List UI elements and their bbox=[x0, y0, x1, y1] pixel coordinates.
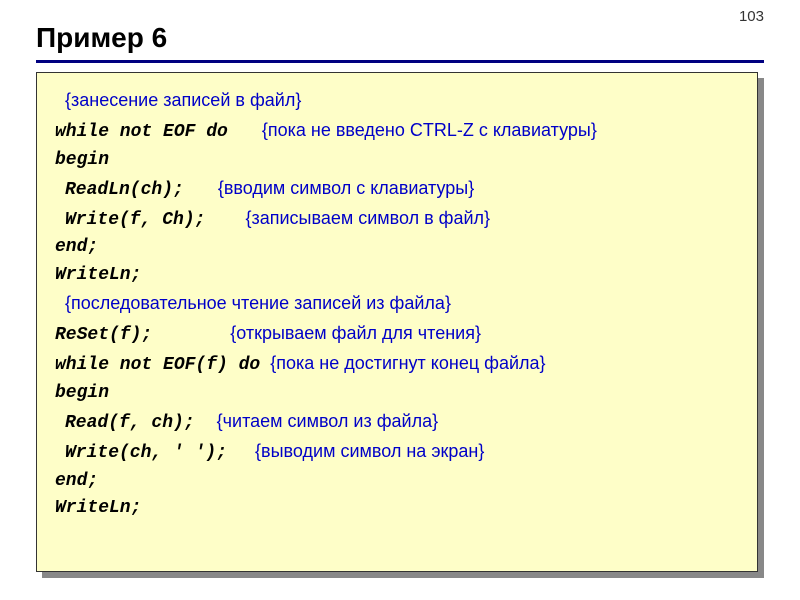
code-keyword: Write(ch, ' '); bbox=[65, 443, 227, 463]
code-keyword: WriteLn; bbox=[55, 265, 141, 285]
code-keyword: Read(f, ch); bbox=[65, 413, 195, 433]
code-line: end; bbox=[55, 234, 745, 262]
code-comment: {занесение записей в файл} bbox=[65, 90, 301, 110]
code-comment: {открываем файл для чтения} bbox=[230, 323, 481, 343]
code-comment: {читаем символ из файла} bbox=[217, 411, 439, 431]
title-underline bbox=[36, 60, 764, 63]
code-line: end; bbox=[55, 468, 745, 496]
code-keyword: Write(f, Ch); bbox=[65, 210, 205, 230]
code-line: WriteLn; bbox=[55, 495, 745, 523]
code-line: {последовательное чтение записей из файл… bbox=[55, 290, 745, 320]
code-keyword: begin bbox=[55, 150, 109, 170]
code-line: while not EOF(f) do {пока не достигнут ко… bbox=[55, 350, 745, 380]
page-number: 103 bbox=[739, 8, 764, 25]
code-comment: {записываем символ в файл} bbox=[245, 208, 490, 228]
code-line: Read(f, ch); {читаем символ из файла} bbox=[55, 408, 745, 438]
code-line: ReSet(f); {открываем файл для чтения} bbox=[55, 320, 745, 350]
code-keyword: while not EOF do bbox=[55, 122, 228, 142]
code-keyword: ReadLn(ch); bbox=[65, 180, 184, 200]
code-line: Write(f, Ch); {записываем символ в файл} bbox=[55, 205, 745, 235]
code-keyword: while not EOF(f) do bbox=[55, 355, 260, 375]
code-comment: {пока не введено CTRL-Z с клавиатуры} bbox=[262, 120, 597, 140]
code-keyword: ReSet(f); bbox=[55, 325, 152, 345]
code-keyword: end; bbox=[55, 471, 98, 491]
code-keyword: begin bbox=[55, 383, 109, 403]
code-line: {занесение записей в файл} bbox=[55, 87, 745, 117]
code-comment: {вводим символ с клавиатуры} bbox=[218, 178, 474, 198]
code-line: WriteLn; bbox=[55, 262, 745, 290]
code-box: {занесение записей в файл} while not EOF… bbox=[36, 72, 758, 572]
code-line: Write(ch, ' '); {выводим символ на экран} bbox=[55, 438, 745, 468]
code-keyword: end; bbox=[55, 237, 98, 257]
code-line: while not EOF do {пока не введено CTRL-Z … bbox=[55, 117, 745, 147]
code-comment: {пока не достигнут конец файла} bbox=[270, 353, 545, 373]
code-line: ReadLn(ch); {вводим символ с клавиатуры} bbox=[55, 175, 745, 205]
slide-title: Пример 6 bbox=[36, 22, 167, 54]
code-line: begin bbox=[55, 380, 745, 408]
code-keyword: WriteLn; bbox=[55, 498, 141, 518]
code-line: begin bbox=[55, 147, 745, 175]
code-comment: {выводим символ на экран} bbox=[255, 441, 484, 461]
code-comment: {последовательное чтение записей из файл… bbox=[65, 293, 451, 313]
